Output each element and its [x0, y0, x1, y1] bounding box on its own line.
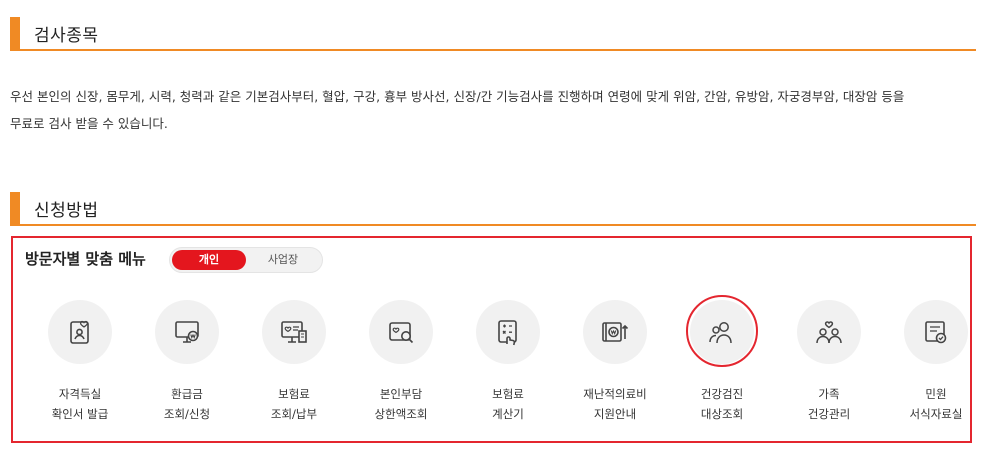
menu-item-catastrophic-medical[interactable]: 재난적의료비 지원안내 [562, 300, 668, 430]
menu-item-icon-bg [262, 300, 326, 364]
description-line: 우선 본인의 신장, 몸무게, 시력, 청력과 같은 기본검사부터, 혈압, 구… [10, 89, 905, 104]
menu-item-health-checkup[interactable]: 건강검진 대상조회 [669, 295, 775, 430]
label-line: 건강관리 [807, 407, 851, 421]
section-accent-bar [10, 17, 20, 49]
label-line: 대상조회 [700, 407, 744, 421]
label-line: 조회/납부 [270, 407, 318, 421]
menu-item-premium-payment[interactable]: 보험료 조회/납부 [241, 300, 347, 430]
menu-item-label: 가족 건강관리 [776, 384, 882, 424]
label-line: 가족 [818, 387, 840, 401]
menu-item-civil-forms[interactable]: 민원 서식자료실 [883, 300, 984, 430]
menu-item-label: 본인부담 상한액조회 [348, 384, 454, 424]
label-line: 본인부담 [379, 387, 423, 401]
menu-item-copay-limit[interactable]: 본인부담 상한액조회 [348, 300, 454, 430]
family-heart-icon [816, 321, 842, 344]
highlight-circle [686, 295, 758, 367]
card-search-icon [389, 322, 414, 344]
section-header-exam-items: 검사종목 [10, 17, 976, 51]
visitor-menu-panel: 방문자별 맞춤 메뉴 개인 사업장 자격득실 확인서 발급 환급금 조회/신청 … [11, 236, 972, 443]
menu-item-refund[interactable]: 환급금 조회/신청 [134, 300, 240, 430]
menu-item-label: 건강검진 대상조회 [669, 384, 775, 424]
menu-item-icon-bg [583, 300, 647, 364]
description-line: 무료로 검사 받을 수 있습니다. [10, 116, 168, 131]
menu-item-label: 재난적의료비 지원안내 [562, 384, 668, 424]
menu-item-icon-bg [904, 300, 968, 364]
menu-item-family-health[interactable]: 가족 건강관리 [776, 300, 882, 430]
toggle-business[interactable]: 사업장 [246, 250, 320, 270]
label-line: 보험료 [278, 387, 310, 401]
label-line: 환급금 [171, 387, 203, 401]
section-title: 신청방법 [34, 201, 99, 221]
menu-item-label: 자격득실 확인서 발급 [27, 384, 133, 424]
label-line: 자격득실 [58, 387, 102, 401]
menu-item-premium-calculator[interactable]: 보험료 계산기 [455, 300, 561, 430]
menu-item-label: 보험료 계산기 [455, 384, 561, 424]
monitor-won-icon [175, 321, 199, 343]
label-line: 건강검진 [700, 387, 744, 401]
label-line: 상한액조회 [374, 407, 428, 421]
menu-item-label: 환급금 조회/신청 [134, 384, 240, 424]
label-line: 재난적의료비 [583, 387, 647, 401]
id-card-heart-icon [70, 320, 89, 344]
menu-item-qualification[interactable]: 자격득실 확인서 발급 [27, 300, 133, 430]
bill-monitor-icon [281, 321, 307, 343]
menu-item-icon-bg [797, 300, 861, 364]
label-line: 서식자료실 [909, 407, 963, 421]
toggle-individual[interactable]: 개인 [172, 250, 246, 270]
menu-item-icon-bg [48, 300, 112, 364]
label-line: 확인서 발급 [51, 407, 109, 421]
label-line: 민원 [925, 387, 947, 401]
section-title: 검사종목 [34, 26, 99, 46]
label-line: 보험료 [492, 387, 524, 401]
menu-title: 방문자별 맞춤 메뉴 [25, 250, 146, 268]
menu-item-icon-bg [155, 300, 219, 364]
menu-items: 자격득실 확인서 발급 환급금 조회/신청 보험료 조회/납부 본인부담 상한액… [13, 295, 970, 440]
menu-item-icon-bg [476, 300, 540, 364]
menu-item-icon-bg [369, 300, 433, 364]
menu-item-label: 민원 서식자료실 [883, 384, 984, 424]
menu-item-label: 보험료 조회/납부 [241, 384, 347, 424]
visitor-type-toggle: 개인 사업장 [169, 247, 323, 273]
exam-description: 우선 본인의 신장, 몸무게, 시력, 청력과 같은 기본검사부터, 혈압, 구… [10, 83, 976, 137]
section-header-application: 신청방법 [10, 192, 976, 226]
label-line: 지원안내 [593, 407, 637, 421]
label-line: 계산기 [492, 407, 524, 421]
label-line: 조회/신청 [163, 407, 211, 421]
calculator-hand-icon [498, 320, 517, 346]
document-check-icon [925, 321, 947, 344]
section-accent-bar [10, 192, 20, 224]
wallet-won-icon [602, 322, 629, 342]
